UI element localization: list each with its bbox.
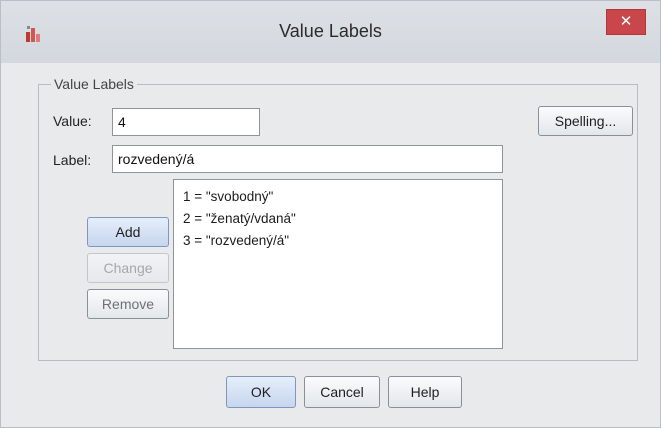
- window-title: Value Labels: [279, 21, 382, 41]
- value-input[interactable]: [112, 108, 260, 136]
- value-labels-dialog: Value Labels ✕ Value Labels Value: Spell…: [0, 0, 661, 428]
- list-item[interactable]: 1 = "svobodný": [183, 186, 502, 208]
- value-label: Value:: [53, 113, 92, 129]
- close-icon: ✕: [619, 13, 633, 30]
- cancel-button[interactable]: Cancel: [304, 376, 380, 408]
- group-legend: Value Labels: [51, 76, 137, 92]
- close-button[interactable]: ✕: [606, 9, 646, 35]
- remove-button[interactable]: Remove: [87, 289, 169, 319]
- add-button[interactable]: Add: [87, 217, 169, 247]
- help-button[interactable]: Help: [388, 376, 462, 408]
- title-bar: Value Labels ✕: [1, 1, 660, 63]
- change-button[interactable]: Change: [87, 253, 169, 283]
- label-label: Label:: [53, 152, 92, 168]
- value-labels-list[interactable]: 1 = "svobodný" 2 = "ženatý/vdaná" 3 = "r…: [173, 179, 503, 349]
- label-input[interactable]: [112, 145, 503, 173]
- ok-button[interactable]: OK: [226, 376, 296, 408]
- list-item[interactable]: 3 = "rozvedený/á": [183, 230, 502, 252]
- spelling-button[interactable]: Spelling...: [538, 106, 633, 136]
- list-item[interactable]: 2 = "ženatý/vdaná": [183, 208, 502, 230]
